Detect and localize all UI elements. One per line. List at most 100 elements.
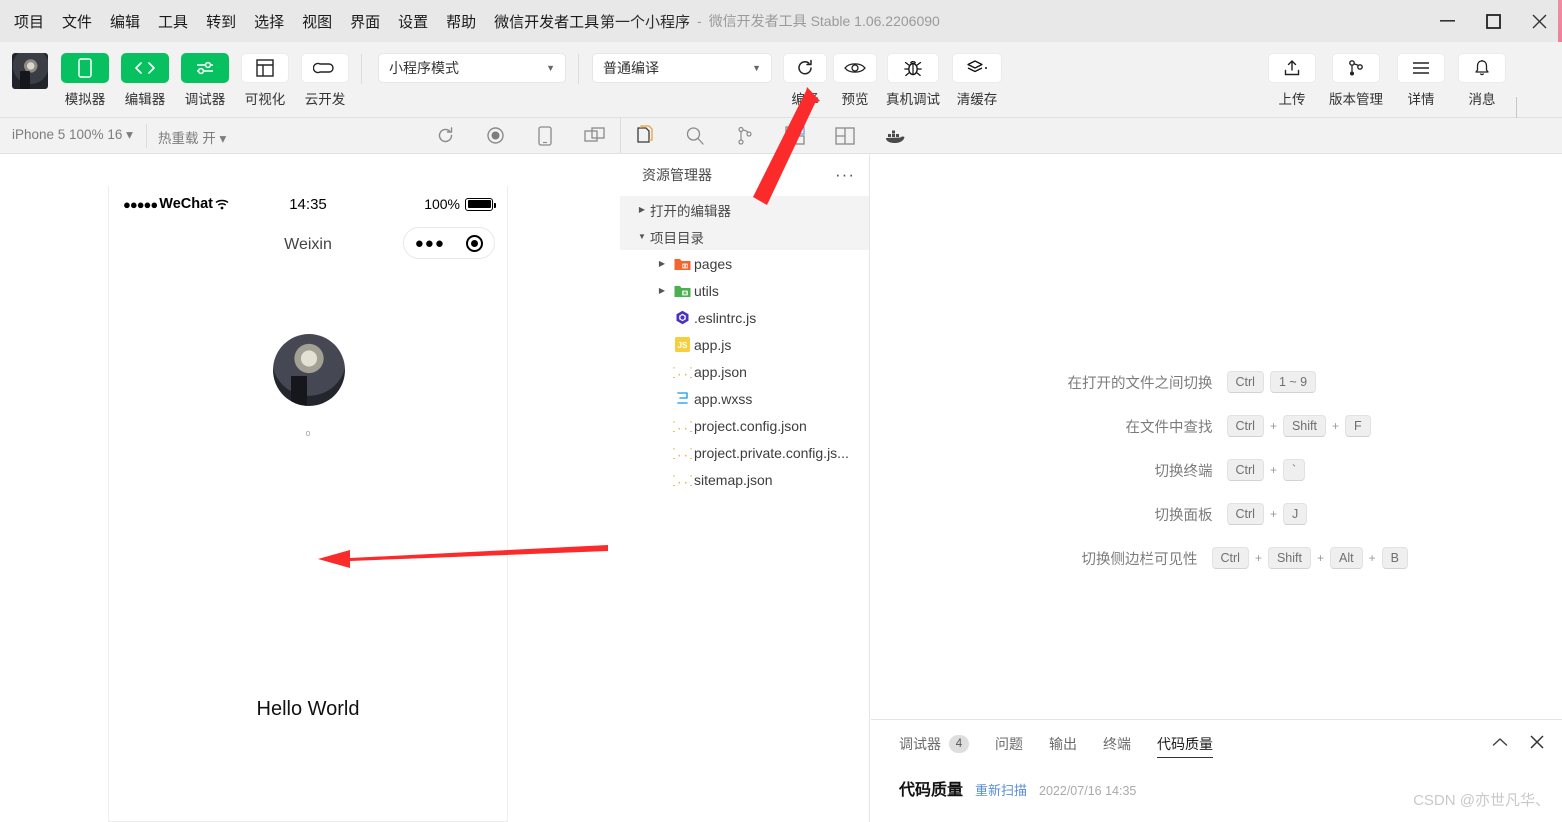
menu-item-edit[interactable]: 编辑	[110, 11, 140, 32]
toolbar-label-debugger: 调试器	[184, 92, 226, 107]
toolbar-button-visual[interactable]: 可视化	[235, 53, 295, 108]
ellipsis-icon[interactable]: ···	[835, 165, 855, 185]
record-icon-button[interactable]	[470, 118, 520, 153]
shortcut-label: 在打开的文件之间切换	[1067, 375, 1213, 392]
menu-item-interface[interactable]: 界面	[350, 11, 380, 32]
json-icon: {..}	[670, 472, 694, 488]
menu-item-help[interactable]: 帮助	[446, 11, 476, 32]
toolbar-button-compile[interactable]: 编译	[780, 53, 830, 108]
window-icon-button[interactable]	[570, 118, 620, 153]
extensions-icon-button[interactable]	[770, 118, 820, 153]
toolbar-label-cloud: 云开发	[304, 92, 346, 107]
source-control-icon-button[interactable]	[720, 118, 770, 153]
minimize-button[interactable]	[1424, 0, 1470, 42]
toolbar-label-details: 详情	[1407, 92, 1435, 107]
file-name: app.wxss	[694, 390, 753, 407]
key-separator: +	[1254, 551, 1262, 565]
compile-select-value: 普通编译	[603, 60, 659, 76]
panel-close-button[interactable]	[1530, 734, 1544, 754]
toolbar-button-realdevice[interactable]: 真机调试	[880, 53, 946, 108]
explorer-section-open-editors[interactable]: ▶ 打开的编辑器	[620, 196, 869, 223]
file-row-project-config[interactable]: {..} project.config.json	[620, 412, 869, 439]
file-row-app-wxss[interactable]: app.wxss	[620, 385, 869, 412]
file-name: pages	[694, 255, 733, 272]
toolbar-action-buttons: 编译 预览 真机调试 清缓存	[780, 53, 1008, 108]
tab-output[interactable]: 输出	[1049, 720, 1077, 768]
hello-world-text: Hello World	[256, 698, 360, 720]
svg-text:{..}: {..}	[673, 449, 692, 461]
device-select[interactable]: iPhone 5 100% 16 ▾	[12, 127, 133, 143]
toolbar-button-simulator[interactable]: 模拟器	[55, 53, 115, 108]
folder-pages-icon	[670, 257, 694, 271]
maximize-button[interactable]	[1470, 0, 1516, 42]
close-button[interactable]	[1516, 0, 1562, 42]
hot-reload-select[interactable]: 热重载 开 ▾	[158, 127, 226, 147]
files-icon-button[interactable]	[620, 118, 670, 153]
toolbar-button-version[interactable]: 版本管理	[1322, 53, 1390, 108]
panel-collapse-button[interactable]	[1492, 735, 1508, 753]
toolbar-button-preview[interactable]: 预览	[830, 53, 880, 108]
toolbar-button-debugger[interactable]: 调试器	[175, 53, 235, 108]
explorer-section-project[interactable]: ▼ 项目目录	[620, 223, 869, 250]
file-row-project-private-config[interactable]: {..} project.private.config.js...	[620, 439, 869, 466]
explorer-section-label: 打开的编辑器	[650, 203, 731, 219]
eslint-icon	[670, 310, 694, 325]
key-cap: Ctrl	[1211, 547, 1249, 569]
rescan-link[interactable]: 重新扫描	[975, 780, 1027, 799]
menu-item-settings[interactable]: 设置	[398, 11, 428, 32]
tab-debugger[interactable]: 调试器 4	[899, 720, 969, 768]
tab-code-quality[interactable]: 代码质量	[1157, 720, 1213, 768]
key-cap: F	[1345, 415, 1371, 437]
chevron-right-icon: ▶	[658, 286, 666, 295]
menu-item-project[interactable]: 项目	[14, 11, 44, 32]
file-row-utils[interactable]: ▶ utils	[620, 277, 869, 304]
menu-item-devtools[interactable]: 微信开发者工具	[494, 11, 599, 32]
toolbar-button-editor[interactable]: 编辑器	[115, 53, 175, 108]
toolbar-label-version: 版本管理	[1329, 92, 1383, 107]
toolbar-button-messages[interactable]: 消息	[1452, 53, 1512, 108]
shortcut-label: 切换面板	[1154, 507, 1213, 524]
file-row-app-json[interactable]: {..} app.json	[620, 358, 869, 385]
editor-area: 在打开的文件之间切换 Ctrl 1 ~ 9 在文件中查找 Ctrl + Shif…	[871, 154, 1562, 719]
file-row-eslintrc[interactable]: .eslintrc.js	[620, 304, 869, 331]
toolbar-button-clearcache[interactable]: 清缓存	[946, 53, 1008, 108]
refresh-icon-button[interactable]	[420, 118, 470, 153]
toolbar-button-details[interactable]: 详情	[1390, 53, 1452, 108]
toolbar-button-upload[interactable]: 上传	[1262, 53, 1322, 108]
watermark: CSDN @亦世凡华、	[1413, 792, 1550, 809]
key-cap: Ctrl	[1226, 459, 1264, 481]
shortcut-row-find-in-files: 在文件中查找 Ctrl + Shift + F	[871, 404, 1562, 448]
compile-select[interactable]: 普通编译 ▼	[592, 53, 772, 83]
code-icon	[135, 62, 155, 74]
toolbar-right-buttons: 上传 版本管理 详情 消息	[1262, 53, 1512, 108]
hot-reload-value: 热重载 开	[158, 131, 216, 146]
device-icon-button[interactable]	[520, 118, 570, 153]
menu-item-tools[interactable]: 工具	[158, 11, 188, 32]
panel-body-title: 代码质量	[899, 782, 964, 799]
tab-problems[interactable]: 问题	[995, 720, 1023, 768]
docker-icon-button[interactable]	[870, 118, 920, 153]
title-bar: 项目 文件 编辑 工具 转到 选择 视图 界面 设置 帮助 微信开发者工具 第一…	[0, 0, 1562, 42]
file-row-app-js[interactable]: JS app.js	[620, 331, 869, 358]
key-cap: J	[1282, 503, 1308, 525]
file-row-pages[interactable]: ▶ pages	[620, 250, 869, 277]
file-row-sitemap[interactable]: {..} sitemap.json	[620, 466, 869, 493]
shortcut-label: 切换侧边栏可见性	[1081, 551, 1198, 568]
menu-item-view[interactable]: 视图	[302, 11, 332, 32]
profile-caption: o	[305, 428, 311, 438]
tab-terminal[interactable]: 终端	[1103, 720, 1131, 768]
menu-item-file[interactable]: 文件	[62, 11, 92, 32]
explorer-section-label: 项目目录	[650, 230, 704, 246]
user-avatar[interactable]	[12, 53, 48, 89]
capsule-button[interactable]: ●●●	[403, 227, 495, 259]
layout-split-icon-button[interactable]	[820, 118, 870, 153]
menu-item-goto[interactable]: 转到	[206, 11, 236, 32]
chevron-up-icon	[1492, 738, 1508, 746]
menu-icon	[1413, 62, 1429, 74]
simulator-tool-icons	[420, 118, 620, 153]
key-separator: +	[1368, 551, 1376, 565]
search-icon-button[interactable]	[670, 118, 720, 153]
toolbar-button-cloud[interactable]: 云开发	[295, 53, 355, 108]
menu-item-select[interactable]: 选择	[254, 11, 284, 32]
mode-select[interactable]: 小程序模式 ▼	[378, 53, 566, 83]
